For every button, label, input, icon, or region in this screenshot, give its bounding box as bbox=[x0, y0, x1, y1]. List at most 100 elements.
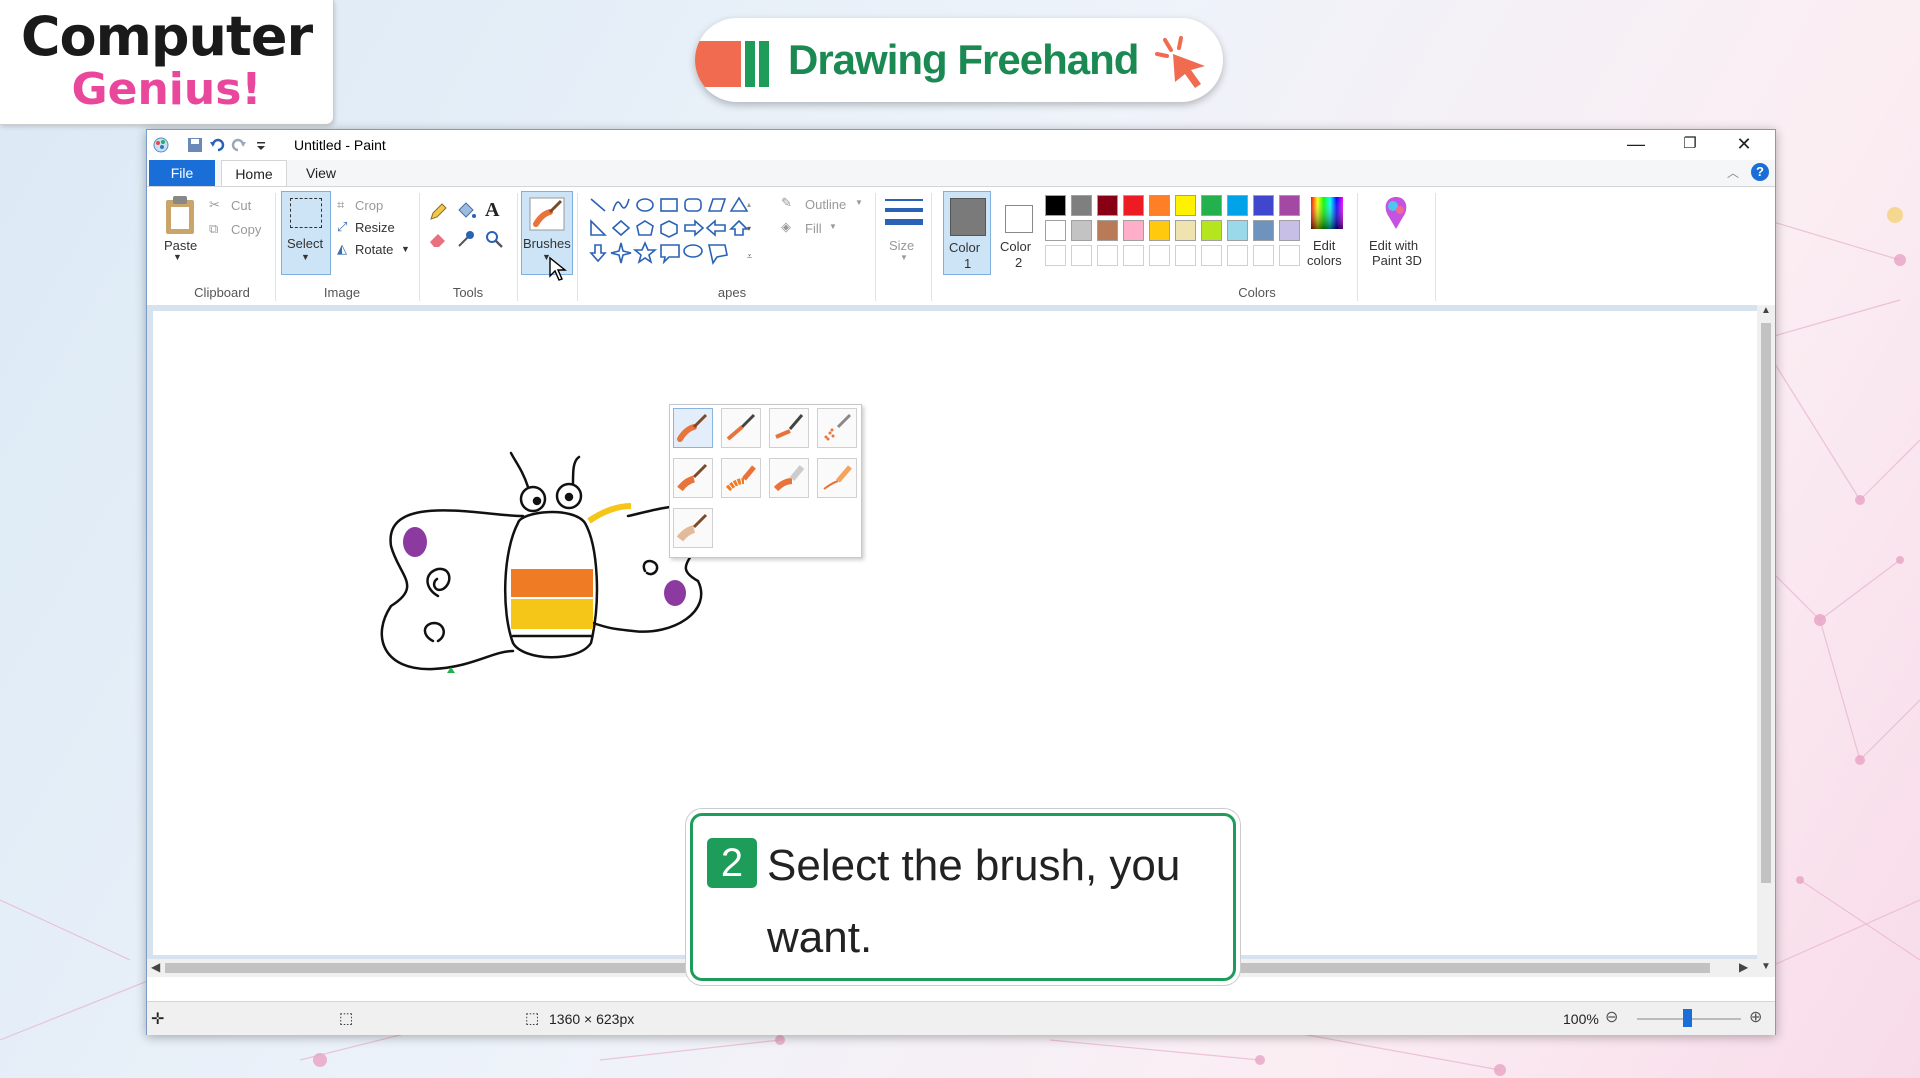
palette-empty-swatch[interactable] bbox=[1253, 245, 1274, 266]
palette-color-swatch[interactable] bbox=[1149, 195, 1170, 216]
paste-icon[interactable] bbox=[163, 195, 197, 235]
palette-color-swatch[interactable] bbox=[1201, 195, 1222, 216]
palette-empty-swatch[interactable] bbox=[1071, 245, 1092, 266]
palette-empty-swatch[interactable] bbox=[1123, 245, 1144, 266]
edit-colors-label-b[interactable]: colors bbox=[1307, 253, 1342, 268]
palette-color-swatch[interactable] bbox=[1097, 220, 1118, 241]
close-button[interactable]: ✕ bbox=[1717, 130, 1771, 160]
zoom-in-icon[interactable]: ⊕ bbox=[1749, 1007, 1762, 1027]
save-icon[interactable] bbox=[187, 137, 203, 153]
undo-icon[interactable] bbox=[209, 137, 225, 153]
copy-button[interactable]: Copy bbox=[231, 222, 261, 237]
fill-dropdown-icon[interactable]: ▼ bbox=[829, 222, 837, 231]
cut-button[interactable]: Cut bbox=[231, 198, 251, 213]
palette-color-swatch[interactable] bbox=[1279, 220, 1300, 241]
eraser-icon[interactable] bbox=[428, 229, 448, 249]
zoom-out-icon[interactable]: ⊖ bbox=[1605, 1007, 1618, 1027]
group-divider bbox=[419, 193, 420, 301]
palette-empty-swatch[interactable] bbox=[1045, 245, 1066, 266]
zoom-slider-thumb[interactable] bbox=[1683, 1009, 1692, 1027]
brushes-dropdown bbox=[669, 404, 862, 558]
edit-colors-label-a[interactable]: Edit bbox=[1313, 238, 1335, 253]
group-divider bbox=[1435, 193, 1436, 301]
palette-color-swatch[interactable] bbox=[1227, 220, 1248, 241]
size-icon[interactable] bbox=[885, 195, 923, 233]
brush-option-pencil[interactable] bbox=[817, 458, 857, 498]
palette-color-swatch[interactable] bbox=[1175, 195, 1196, 216]
customize-toolbar-icon[interactable] bbox=[253, 137, 269, 153]
size-dropdown-icon[interactable]: ▼ bbox=[900, 253, 908, 262]
outline-button[interactable]: Outline bbox=[805, 197, 846, 212]
palette-empty-swatch[interactable] bbox=[1227, 245, 1248, 266]
brush-option-oil[interactable] bbox=[673, 458, 713, 498]
rotate-button[interactable]: Rotate bbox=[355, 242, 393, 257]
palette-color-swatch[interactable] bbox=[1227, 195, 1248, 216]
paste-dropdown-icon[interactable]: ▼ bbox=[173, 252, 182, 262]
magnifier-icon[interactable] bbox=[484, 229, 504, 249]
help-icon[interactable]: ? bbox=[1751, 163, 1769, 181]
brush-option-crayon[interactable] bbox=[721, 458, 761, 498]
tab-home[interactable]: Home bbox=[221, 160, 287, 187]
brush-option-brush[interactable] bbox=[673, 408, 713, 448]
minimize-button[interactable]: — bbox=[1609, 130, 1663, 160]
color-palette bbox=[1045, 195, 1315, 275]
brush-option-airbrush[interactable] bbox=[817, 408, 857, 448]
palette-color-swatch[interactable] bbox=[1071, 220, 1092, 241]
palette-color-swatch[interactable] bbox=[1045, 195, 1066, 216]
color1-button[interactable]: Color 1 bbox=[943, 191, 991, 275]
paste-label[interactable]: Paste bbox=[164, 238, 197, 253]
tab-file[interactable]: File bbox=[149, 160, 215, 186]
vertical-scrollbar[interactable]: ▲ ▼ bbox=[1757, 305, 1775, 977]
fill-button[interactable]: Fill bbox=[805, 221, 822, 236]
color-picker-icon[interactable] bbox=[456, 229, 476, 249]
edit-colors-icon[interactable] bbox=[1309, 195, 1345, 231]
crop-button[interactable]: Crop bbox=[355, 198, 383, 213]
fill-bucket-icon[interactable] bbox=[455, 200, 477, 222]
paint3d-label-b[interactable]: Paint 3D bbox=[1372, 253, 1422, 268]
group-divider bbox=[1357, 193, 1358, 301]
palette-color-swatch[interactable] bbox=[1253, 220, 1274, 241]
palette-color-swatch[interactable] bbox=[1201, 220, 1222, 241]
text-tool-icon[interactable]: A bbox=[485, 199, 499, 222]
palette-color-swatch[interactable] bbox=[1123, 195, 1144, 216]
palette-color-swatch[interactable] bbox=[1279, 195, 1300, 216]
palette-empty-swatch[interactable] bbox=[1201, 245, 1222, 266]
pencil-icon[interactable] bbox=[428, 202, 448, 222]
resize-button[interactable]: Resize bbox=[355, 220, 395, 235]
scroll-up-icon[interactable]: ▲ bbox=[1761, 305, 1771, 316]
brush-option-watercolor[interactable] bbox=[673, 508, 713, 548]
group-divider bbox=[577, 193, 578, 301]
color2-button[interactable]: Color 2 bbox=[995, 191, 1041, 273]
shapes-gallery[interactable]: ▴ ▾ ⩡ bbox=[589, 195, 755, 267]
brush-option-marker[interactable] bbox=[769, 458, 809, 498]
palette-color-swatch[interactable] bbox=[1123, 220, 1144, 241]
redo-icon[interactable] bbox=[231, 137, 247, 153]
rotate-dropdown-icon[interactable]: ▼ bbox=[401, 244, 410, 254]
paint3d-label-a[interactable]: Edit with bbox=[1369, 238, 1418, 253]
palette-empty-swatch[interactable] bbox=[1279, 245, 1300, 266]
scroll-down-icon[interactable]: ▼ bbox=[1761, 961, 1771, 972]
brush-option-calligraphy2[interactable] bbox=[769, 408, 809, 448]
size-label[interactable]: Size bbox=[889, 238, 914, 253]
select-button[interactable]: Select ▼ bbox=[281, 191, 331, 275]
tab-view[interactable]: View bbox=[291, 160, 351, 186]
collapse-ribbon-icon[interactable]: ︿ bbox=[1727, 164, 1739, 181]
scroll-left-icon[interactable]: ◀ bbox=[151, 960, 160, 974]
restore-button[interactable]: ❐ bbox=[1663, 130, 1717, 160]
palette-color-swatch[interactable] bbox=[1071, 195, 1092, 216]
brush-option-calligraphy1[interactable] bbox=[721, 408, 761, 448]
image-group-label: Image bbox=[323, 285, 361, 300]
lesson-title-banner: Drawing Freehand bbox=[695, 18, 1223, 102]
palette-color-swatch[interactable] bbox=[1253, 195, 1274, 216]
outline-dropdown-icon[interactable]: ▼ bbox=[855, 198, 863, 207]
palette-color-swatch[interactable] bbox=[1175, 220, 1196, 241]
palette-empty-swatch[interactable] bbox=[1097, 245, 1118, 266]
palette-empty-swatch[interactable] bbox=[1149, 245, 1170, 266]
scroll-right-icon[interactable]: ▶ bbox=[1739, 960, 1748, 974]
palette-empty-swatch[interactable] bbox=[1175, 245, 1196, 266]
vertical-scroll-thumb[interactable] bbox=[1761, 323, 1771, 883]
palette-color-swatch[interactable] bbox=[1149, 220, 1170, 241]
palette-color-swatch[interactable] bbox=[1097, 195, 1118, 216]
paint3d-icon[interactable] bbox=[1379, 195, 1413, 233]
palette-color-swatch[interactable] bbox=[1045, 220, 1066, 241]
